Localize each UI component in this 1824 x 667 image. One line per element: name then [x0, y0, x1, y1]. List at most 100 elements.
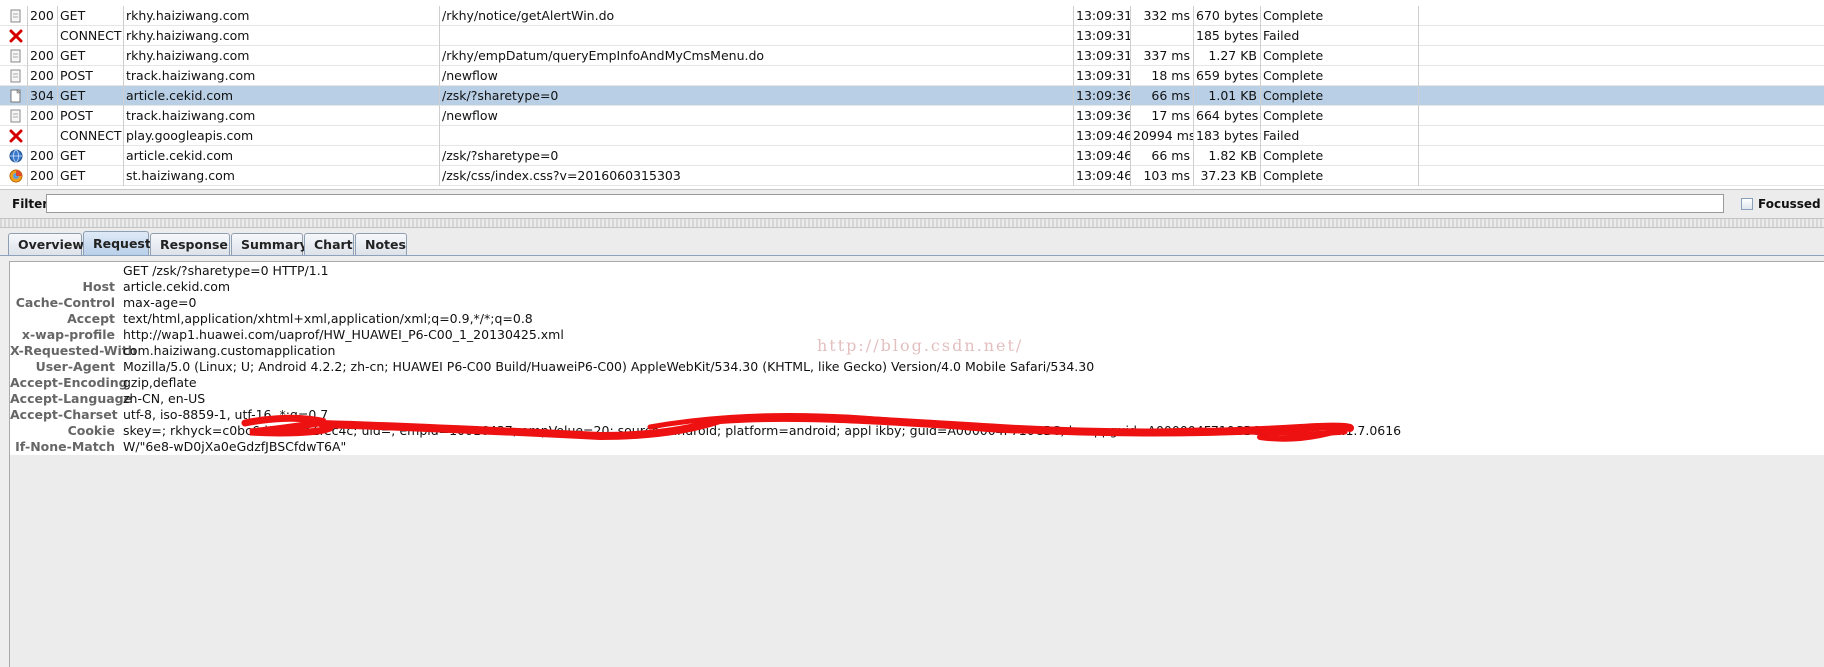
cell-status: 200	[28, 66, 58, 86]
cell-host: track.haiziwang.com	[124, 66, 440, 86]
css-icon	[0, 166, 28, 186]
cell-time: 13:09:31	[1074, 46, 1131, 66]
focussed-label: Focussed	[1758, 197, 1821, 211]
document-icon	[0, 66, 28, 86]
cell-spacer	[1419, 166, 1824, 186]
cell-spacer	[1419, 26, 1824, 46]
header-value: Mozilla/5.0 (Linux; U; Android 4.2.2; zh…	[123, 359, 1095, 374]
cell-status: 200	[28, 6, 58, 26]
table-row[interactable]: 200 GET rkhy.haiziwang.com/rkhy/notice/get…	[0, 6, 1824, 26]
cell-path: /rkhy/empDatum/queryEmpInfoAndMyCmsMenu.…	[440, 46, 1074, 66]
request-headers: GET /zsk/?sharetype=0 HTTP/1.1 Host artic…	[10, 262, 1824, 455]
filter-input[interactable]	[46, 194, 1724, 213]
cell-method: GET	[58, 166, 124, 186]
cell-state: Failed	[1261, 126, 1419, 146]
cell-size: 183 bytes	[1194, 126, 1261, 146]
header-key: Accept	[67, 311, 115, 326]
cell-method: GET	[58, 46, 124, 66]
table-row[interactable]: CONNECT play.googleapis.com 13:09:46 20994 …	[0, 126, 1824, 146]
cell-method: GET	[58, 146, 124, 166]
table-row[interactable]: 304 GET article.cekid.com/zsk/?sharetype=0…	[0, 86, 1824, 106]
cell-duration: 20994 ms	[1131, 126, 1194, 146]
document-icon	[0, 46, 28, 66]
header-row: Accept text/html,application/xhtml+xml,ap…	[10, 311, 1824, 327]
table-row[interactable]: 200 GET article.cekid.com/zsk/?sharetype=0…	[0, 146, 1824, 166]
cell-size: 670 bytes	[1194, 6, 1261, 26]
tab-request[interactable]: Request	[83, 231, 151, 255]
not-modified-icon	[0, 86, 28, 106]
cell-status: 200	[28, 166, 58, 186]
header-key: Accept-Language	[10, 391, 133, 406]
cell-state: Complete	[1261, 86, 1419, 106]
cell-method: GET	[58, 6, 124, 26]
cell-time: 13:09:31	[1074, 26, 1131, 46]
header-value: utf-8, iso-8859-1, utf-16, *;q=0.7	[123, 407, 329, 422]
cell-time: 13:09:36	[1074, 106, 1131, 126]
cell-path	[440, 26, 1074, 46]
cell-state: Complete	[1261, 46, 1419, 66]
cell-duration: 66 ms	[1131, 146, 1194, 166]
table-row[interactable]: CONNECT rkhy.haiziwang.com 13:09:31 185 byt…	[0, 26, 1824, 46]
header-value: http://wap1.huawei.com/uaprof/HW_HUAWEI_…	[123, 327, 564, 342]
tab-summary[interactable]: Summary	[231, 233, 308, 255]
failed-icon	[0, 26, 28, 46]
header-value: article.cekid.com	[123, 279, 231, 294]
cell-method: POST	[58, 66, 124, 86]
sessions-table: 200 GET rkhy.haiziwang.com/rkhy/notice/get…	[0, 0, 1824, 189]
filter-bar: Filter: Focussed	[0, 189, 1824, 219]
cell-state: Complete	[1261, 66, 1419, 86]
request-panel: GET /zsk/?sharetype=0 HTTP/1.1 Host artic…	[9, 261, 1824, 667]
document-icon	[0, 106, 28, 126]
cell-state: Complete	[1261, 6, 1419, 26]
cell-spacer	[1419, 106, 1824, 126]
cell-time: 13:09:46	[1074, 166, 1131, 186]
cell-duration	[1131, 26, 1194, 46]
header-key: Accept-Charset	[10, 407, 118, 422]
cell-status	[28, 26, 58, 46]
table-row[interactable]: 200 POST track.haiziwang.com/newflow 13:09:…	[0, 66, 1824, 86]
pane-splitter[interactable]	[0, 218, 1824, 228]
tab-chart[interactable]: Chart	[304, 233, 354, 255]
header-key: x-wap-profile	[21, 327, 115, 342]
header-key: Accept-Encoding	[10, 375, 128, 390]
cell-host: st.haiziwang.com	[124, 166, 440, 186]
cell-host: article.cekid.com	[124, 86, 440, 106]
cell-state: Complete	[1261, 106, 1419, 126]
header-value: W/"6e8-wD0jXa0eGdzfJBSCfdwT6A"	[123, 439, 347, 454]
cell-size: 1.82 KB	[1194, 146, 1261, 166]
header-key: Host	[82, 279, 115, 294]
cell-size: 37.23 KB	[1194, 166, 1261, 186]
focussed-checkbox[interactable]	[1741, 198, 1753, 210]
cell-state: Failed	[1261, 26, 1419, 46]
cell-time: 13:09:46	[1074, 126, 1131, 146]
cell-size: 1.01 KB	[1194, 86, 1261, 106]
cell-host: rkhy.haiziwang.com	[124, 46, 440, 66]
html-icon	[0, 146, 28, 166]
table-row[interactable]: 200 GET rkhy.haiziwang.com/rkhy/empDatum/q…	[0, 46, 1824, 66]
tab-overview[interactable]: Overview	[8, 233, 84, 255]
cell-status: 200	[28, 46, 58, 66]
header-row: Accept-Encoding gzip,deflate	[10, 375, 1824, 391]
cell-host: article.cekid.com	[124, 146, 440, 166]
table-row[interactable]: 200 POST track.haiziwang.com/newflow 13:09:…	[0, 106, 1824, 126]
header-row: Host article.cekid.com	[10, 279, 1824, 295]
table-row[interactable]: 200 GET st.haiziwang.com/zsk/css/index.css…	[0, 166, 1824, 186]
cell-state: Complete	[1261, 166, 1419, 186]
cell-duration: 66 ms	[1131, 86, 1194, 106]
cell-host: play.googleapis.com	[124, 126, 440, 146]
watermark: http://blog.csdn.net/	[817, 336, 1024, 355]
cell-duration: 17 ms	[1131, 106, 1194, 126]
cell-path: /newflow	[440, 66, 1074, 86]
cell-status: 200	[28, 146, 58, 166]
tab-notes[interactable]: Notes	[355, 233, 407, 255]
cell-path: /zsk/css/index.css?v=2016060315303	[440, 166, 1074, 186]
cell-host: track.haiziwang.com	[124, 106, 440, 126]
failed-icon	[0, 126, 28, 146]
cell-method: CONNECT	[58, 126, 124, 146]
cell-state: Complete	[1261, 146, 1419, 166]
tab-response[interactable]: Response	[150, 233, 230, 255]
cell-time: 13:09:36	[1074, 86, 1131, 106]
cell-spacer	[1419, 146, 1824, 166]
header-key: If-None-Match	[15, 439, 115, 454]
cell-spacer	[1419, 86, 1824, 106]
